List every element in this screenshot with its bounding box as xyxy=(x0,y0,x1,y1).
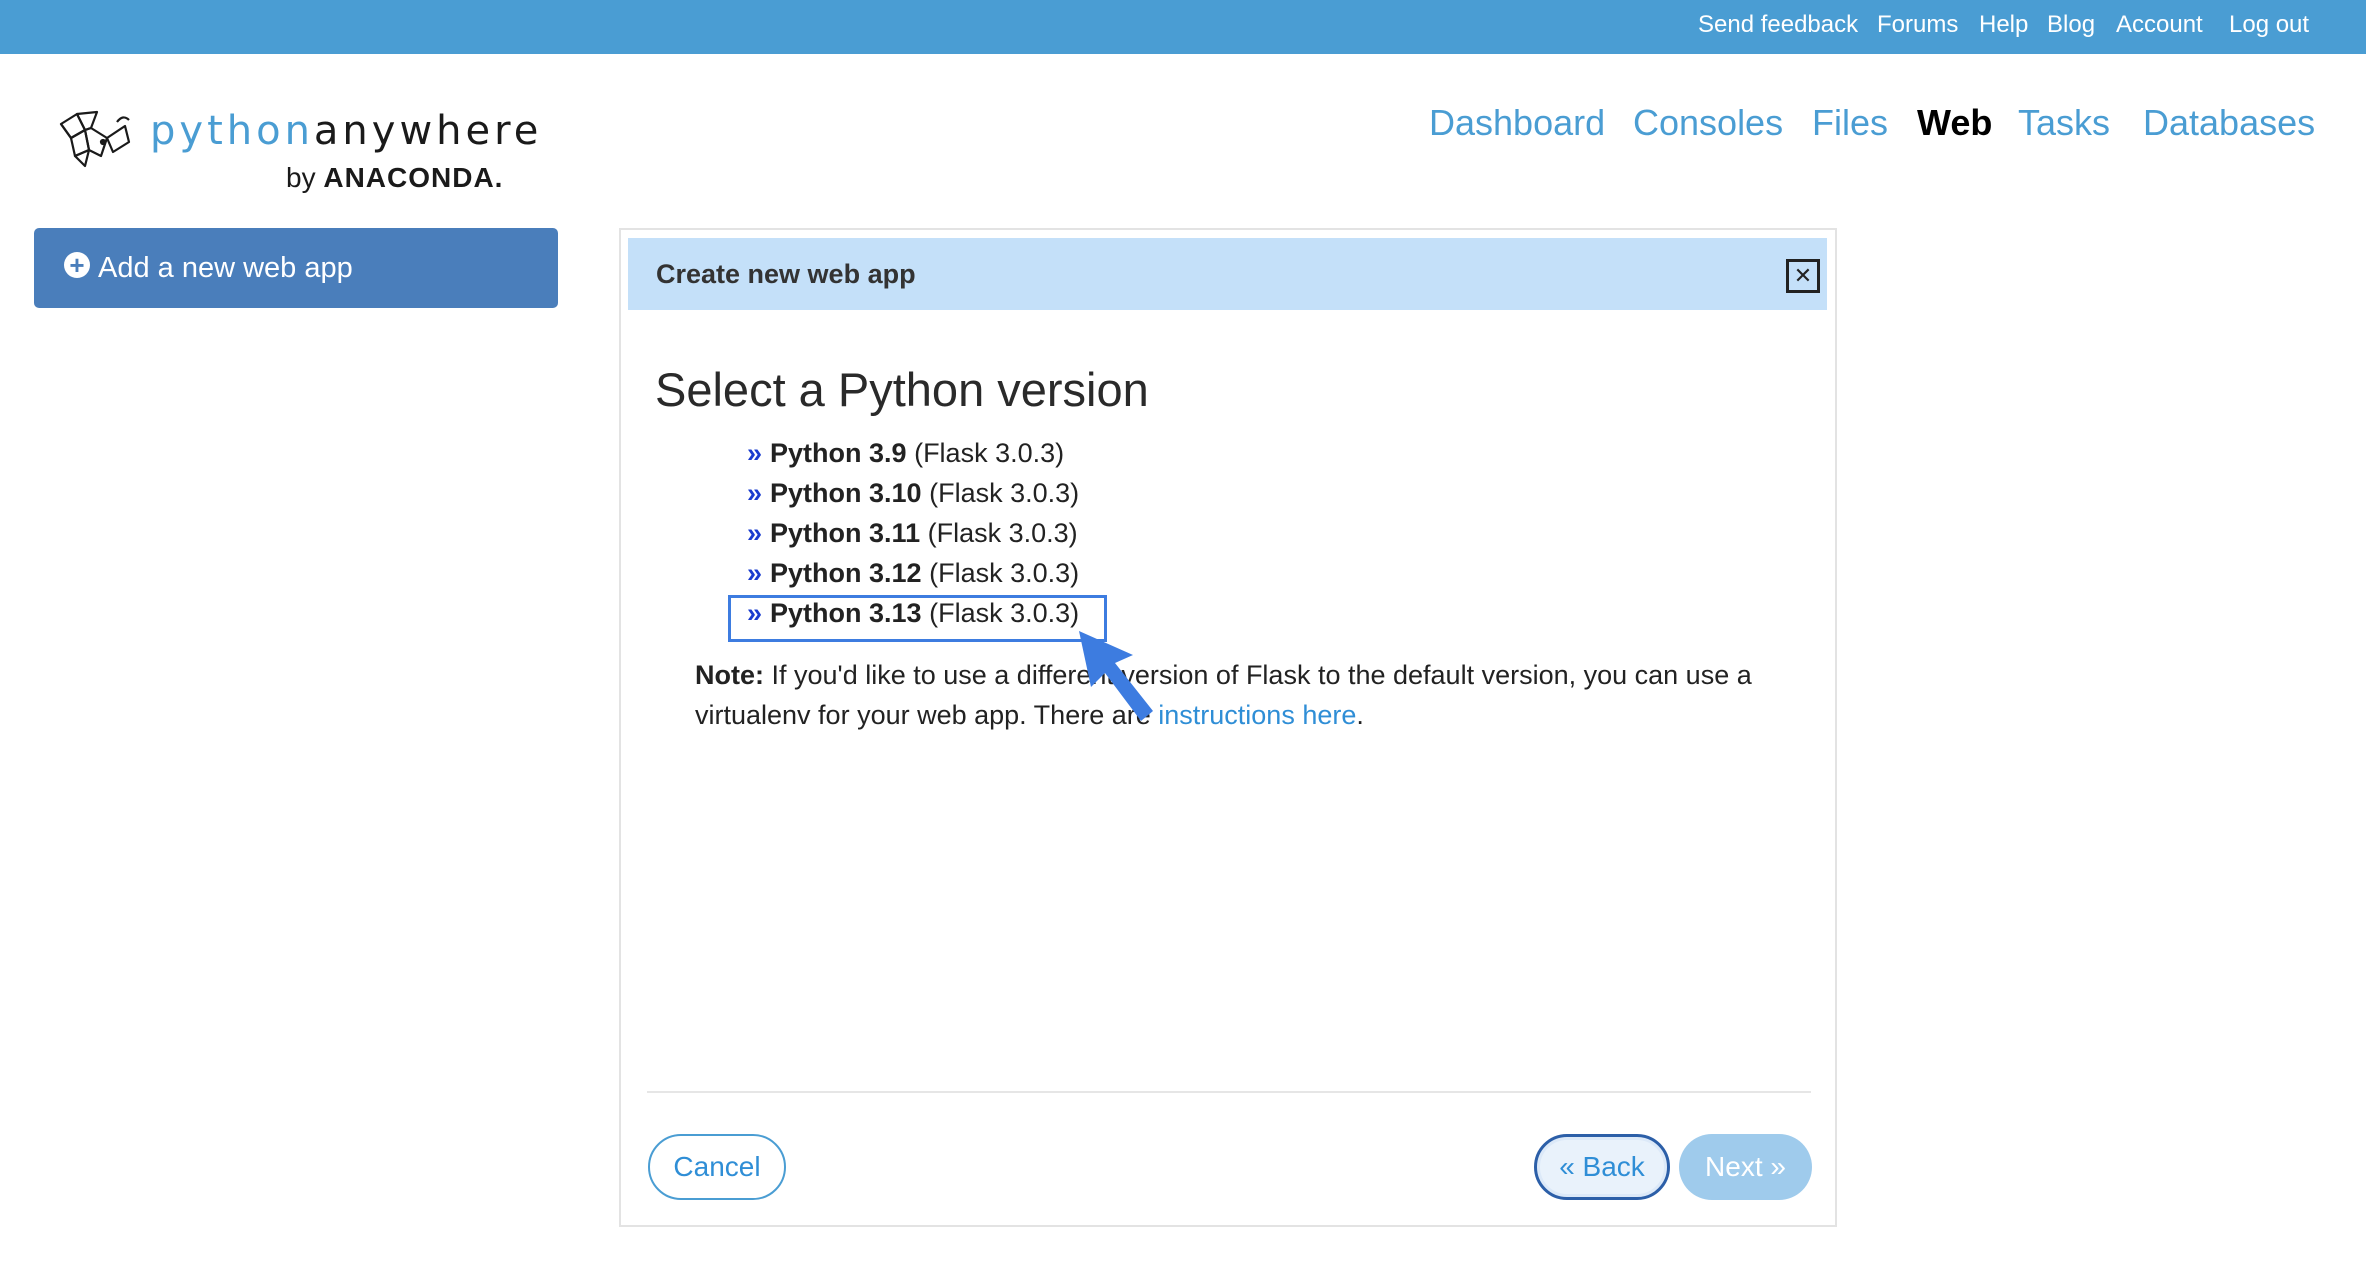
nav-dashboard[interactable]: Dashboard xyxy=(1429,102,1605,144)
close-icon: ✕ xyxy=(1793,263,1813,288)
top-bar: Send feedback Forums Help Blog Account L… xyxy=(0,0,2366,54)
note-text: Note: If you'd like to use a different v… xyxy=(695,660,1752,730)
add-button-label: Add a new web app xyxy=(98,252,353,284)
raquo-icon: » xyxy=(747,438,763,468)
nav-web[interactable]: Web xyxy=(1917,102,1992,144)
nav-files[interactable]: Files xyxy=(1812,102,1888,144)
python-version-option[interactable]: » Python 3.12 (Flask 3.0.3) xyxy=(747,558,1079,589)
pythonanywhere-logo[interactable]: pythonanywhere by ANACONDA. xyxy=(55,104,538,204)
logo-mark-icon xyxy=(59,110,131,168)
back-button[interactable]: « Back xyxy=(1534,1134,1670,1200)
dialog-divider xyxy=(647,1091,1811,1093)
dialog-header: Create new web app ✕ xyxy=(628,238,1827,310)
create-web-app-dialog: Create new web app ✕ Select a Python ver… xyxy=(619,228,1837,1227)
blog-link[interactable]: Blog xyxy=(2047,10,2095,40)
dialog-title: Create new web app xyxy=(656,259,916,289)
raquo-icon: » xyxy=(747,518,763,548)
logout-link[interactable]: Log out xyxy=(2229,10,2309,40)
section-title: Select a Python version xyxy=(655,363,1149,416)
next-button[interactable]: Next » xyxy=(1679,1134,1812,1200)
nav-databases[interactable]: Databases xyxy=(2143,102,2315,144)
plus-circle-icon: + xyxy=(64,252,90,279)
close-button[interactable]: ✕ xyxy=(1786,259,1820,293)
forums-link[interactable]: Forums xyxy=(1877,10,1958,40)
account-link[interactable]: Account xyxy=(2116,10,2203,40)
nav-consoles[interactable]: Consoles xyxy=(1633,102,1783,144)
python-version-option[interactable]: » Python 3.10 (Flask 3.0.3) xyxy=(747,478,1079,509)
pointer-arrow-icon xyxy=(1079,631,1153,721)
help-link[interactable]: Help xyxy=(1979,10,2028,40)
python-version-option[interactable]: » Python 3.11 (Flask 3.0.3) xyxy=(747,518,1078,549)
selection-highlight xyxy=(728,595,1107,642)
add-new-web-app-button[interactable]: + Add a new web app xyxy=(34,228,558,308)
send-feedback-link[interactable]: Send feedback xyxy=(1698,10,1858,40)
raquo-icon: » xyxy=(747,558,763,588)
logo-byline: by ANACONDA. xyxy=(286,162,504,193)
python-version-option[interactable]: » Python 3.9 (Flask 3.0.3) xyxy=(747,438,1064,469)
cancel-button[interactable]: Cancel xyxy=(648,1134,786,1200)
raquo-icon: » xyxy=(747,478,763,508)
nav-tasks[interactable]: Tasks xyxy=(2018,102,2110,144)
logo-wordmark: pythonanywhere xyxy=(150,108,543,154)
